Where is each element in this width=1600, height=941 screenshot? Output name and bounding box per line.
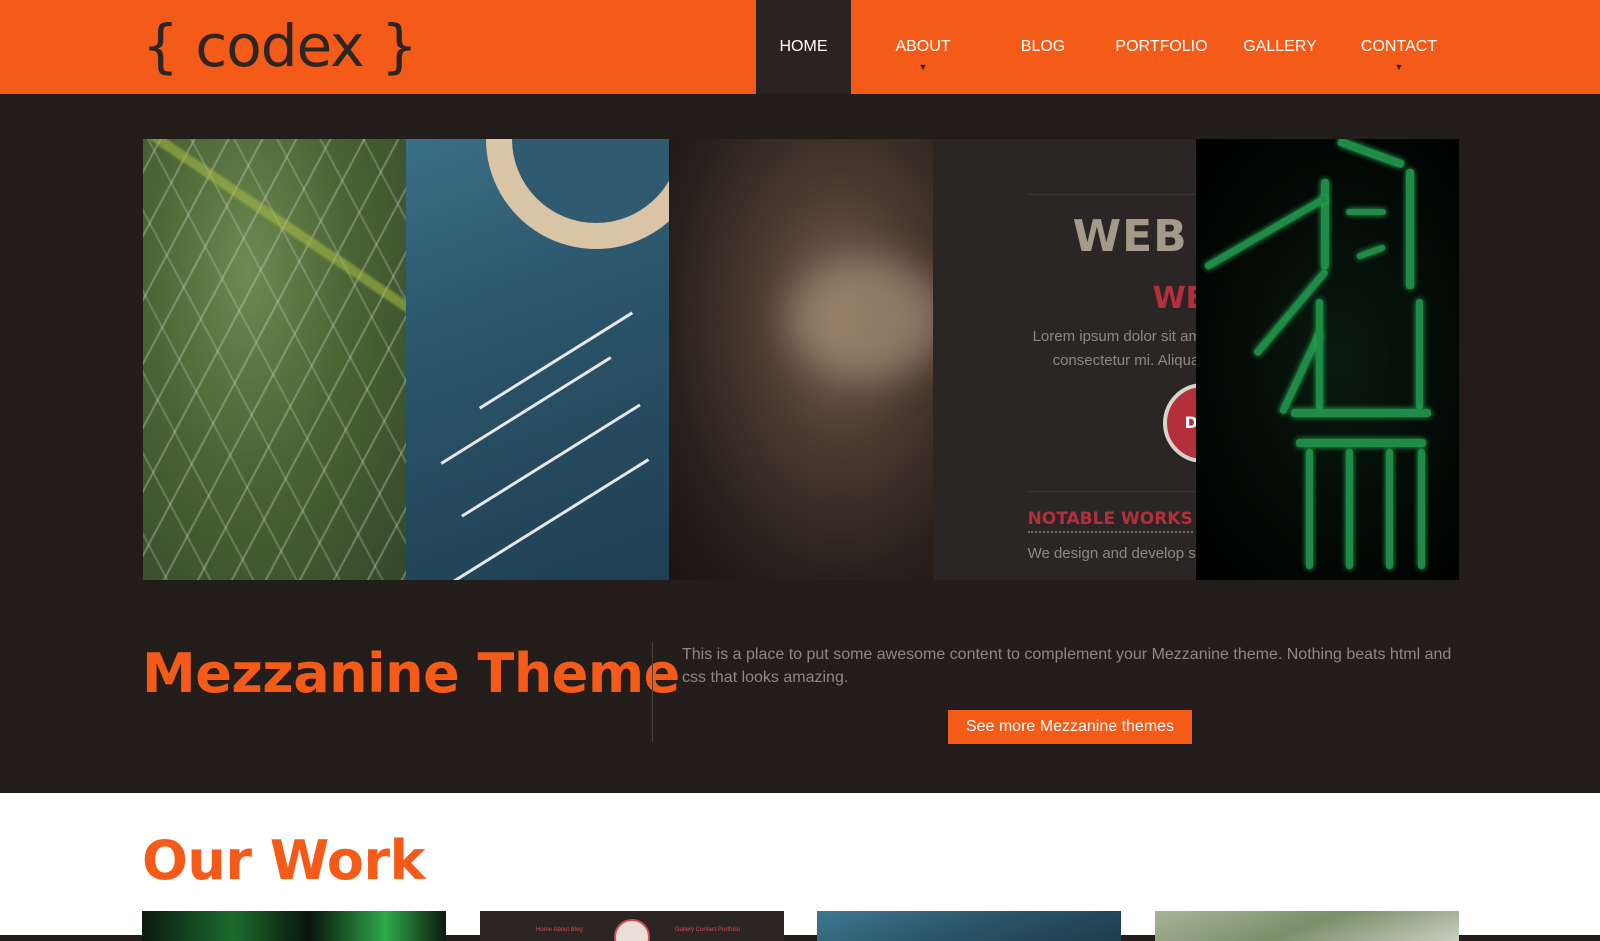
panel-decoration bbox=[1385, 449, 1393, 569]
our-work-section: Our Work Home About Blog Gallery Contact… bbox=[0, 793, 1600, 941]
panel-decoration bbox=[1415, 299, 1423, 409]
nav-item-label: GALLERY bbox=[1243, 38, 1317, 55]
panel-decoration bbox=[789, 259, 933, 379]
panel-decoration bbox=[1320, 179, 1329, 269]
site-logo[interactable]: { codex } bbox=[142, 6, 418, 86]
thumbnail-mini-nav: Gallery Contact Portfolio bbox=[675, 927, 741, 933]
panel-decoration bbox=[479, 311, 634, 410]
panel-decoration bbox=[1295, 439, 1426, 447]
slider-panel-web-design[interactable]: WEB D WEI Lorem ipsum dolor sit amet, co… bbox=[932, 139, 1196, 580]
image-slider[interactable]: WEB D WEI Lorem ipsum dolor sit amet, co… bbox=[143, 139, 1459, 580]
chevron-down-icon: ▼ bbox=[918, 62, 928, 72]
panel-decoration bbox=[1027, 194, 1196, 195]
thumbnail-mini-nav: Home About Blog bbox=[536, 927, 583, 933]
nav-item-contact[interactable]: CONTACT ▼ bbox=[1328, 0, 1470, 94]
nav-item-label: HOME bbox=[779, 38, 828, 55]
panel-decoration bbox=[1355, 244, 1386, 260]
thumbnail-mini-logo bbox=[614, 919, 650, 941]
nav-item-label: ABOUT bbox=[895, 38, 951, 55]
work-thumbnail-website[interactable]: Home About Blog Gallery Contact Portfoli… bbox=[480, 911, 784, 941]
nav-item-label: PORTFOLIO bbox=[1115, 38, 1208, 55]
web-design-text: Lorem ipsum dolor sit amet, consectetur … bbox=[1033, 325, 1196, 373]
work-thumbnail-mixer[interactable] bbox=[817, 911, 1121, 941]
panel-decoration bbox=[1290, 409, 1431, 417]
panel-decoration bbox=[461, 403, 642, 518]
nav-item-portfolio[interactable]: PORTFOLIO bbox=[1091, 0, 1232, 94]
panel-decoration bbox=[440, 356, 612, 465]
panel-decoration bbox=[1345, 209, 1386, 215]
chevron-down-icon: ▼ bbox=[1394, 62, 1404, 72]
page-title-rest: ezzanine Theme bbox=[195, 642, 680, 705]
panel-decoration bbox=[1345, 449, 1353, 569]
divider bbox=[652, 642, 653, 742]
section-title: Our Work bbox=[142, 829, 426, 892]
nav-item-blog[interactable]: BLOG bbox=[995, 0, 1091, 94]
page-title-initial: M bbox=[142, 642, 196, 705]
see-more-themes-button[interactable]: See more Mezzanine themes bbox=[948, 710, 1192, 744]
panel-decoration bbox=[143, 139, 407, 414]
text-line: consectetur mi. Aliquam i bbox=[1052, 352, 1196, 369]
site-header: { codex } HOME ABOUT ▼ BLOG PORTFOLIO GA… bbox=[0, 0, 1600, 94]
panel-decoration bbox=[1315, 299, 1323, 409]
nav-item-about[interactable]: ABOUT ▼ bbox=[851, 0, 995, 94]
nav-item-label: BLOG bbox=[1020, 38, 1066, 55]
page-title: Mezzanine Theme bbox=[142, 642, 680, 705]
web-design-badge-text: D bbox=[1184, 413, 1196, 432]
text-line: Lorem ipsum dolor sit amet, bbox=[1032, 328, 1196, 345]
panel-decoration bbox=[1027, 491, 1196, 492]
work-thumbnail-green[interactable] bbox=[142, 911, 446, 941]
hero-section: WEB D WEI Lorem ipsum dolor sit amet, co… bbox=[0, 94, 1600, 793]
web-design-badge: D bbox=[1162, 383, 1196, 463]
panel-decoration bbox=[452, 458, 650, 580]
turntable-disc bbox=[486, 139, 670, 249]
slider-panel-blurred-photo[interactable] bbox=[669, 139, 933, 580]
work-thumbnail-abstract[interactable] bbox=[1155, 911, 1459, 941]
slider-panel-abstract-green[interactable] bbox=[143, 139, 407, 580]
intro-text: This is a place to put some awesome cont… bbox=[682, 646, 1452, 686]
web-design-subtitle: WEI bbox=[1152, 281, 1196, 316]
nav-item-label: CONTACT bbox=[1360, 38, 1438, 55]
notable-works-text: We design and develop some bbox=[1027, 545, 1196, 562]
notable-works-heading: NOTABLE WORKS bbox=[1027, 509, 1193, 533]
panel-decoration bbox=[1305, 449, 1313, 569]
panel-decoration bbox=[1203, 194, 1329, 271]
web-design-title: WEB D bbox=[1072, 211, 1196, 262]
panel-decoration bbox=[1405, 169, 1414, 289]
nav-item-gallery[interactable]: GALLERY bbox=[1232, 0, 1328, 94]
main-nav: HOME ABOUT ▼ BLOG PORTFOLIO GALLERY CONT… bbox=[756, 0, 1470, 94]
slider-panel-green-figure[interactable] bbox=[1195, 139, 1459, 580]
panel-decoration bbox=[1336, 139, 1406, 169]
panel-decoration bbox=[1417, 449, 1425, 569]
slider-panel-dj-mixer[interactable] bbox=[406, 139, 670, 580]
nav-item-home[interactable]: HOME bbox=[756, 0, 851, 94]
